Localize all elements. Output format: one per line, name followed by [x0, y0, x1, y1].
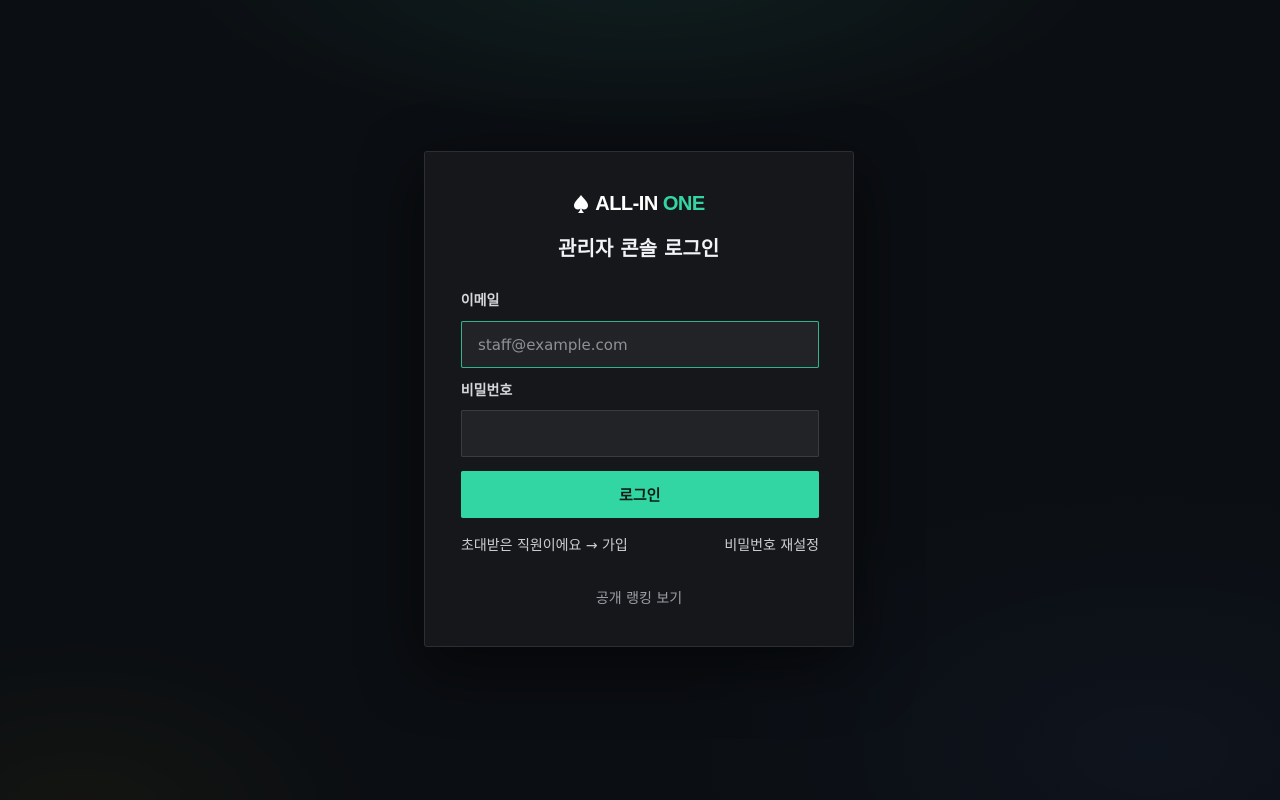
password-field[interactable]: [461, 410, 819, 457]
auth-links: 초대받은 직원이에요 → 가입 비밀번호 재설정: [461, 536, 819, 556]
spade-icon: [573, 194, 589, 214]
email-field[interactable]: [461, 321, 819, 368]
brand-name-accent: ONE: [662, 193, 705, 215]
signup-link[interactable]: 초대받은 직원이에요 → 가입: [461, 536, 628, 556]
brand-name-main: ALL-IN: [595, 193, 658, 215]
password-label: 비밀번호: [461, 383, 513, 399]
email-label: 이메일: [461, 293, 500, 309]
login-button[interactable]: 로그인: [461, 471, 819, 518]
brand-logo: ALL-IN ONE: [425, 192, 853, 216]
public-ranking-link[interactable]: 공개 랭킹 보기: [425, 589, 853, 609]
brand-name: ALL-IN ONE: [595, 192, 705, 216]
page-title: 관리자 콘솔 로그인: [558, 236, 720, 260]
reset-password-link[interactable]: 비밀번호 재설정: [724, 536, 819, 556]
login-card: ALL-IN ONE 관리자 콘솔 로그인 이메일 비밀번호 로그인 초대받은 …: [424, 151, 854, 647]
